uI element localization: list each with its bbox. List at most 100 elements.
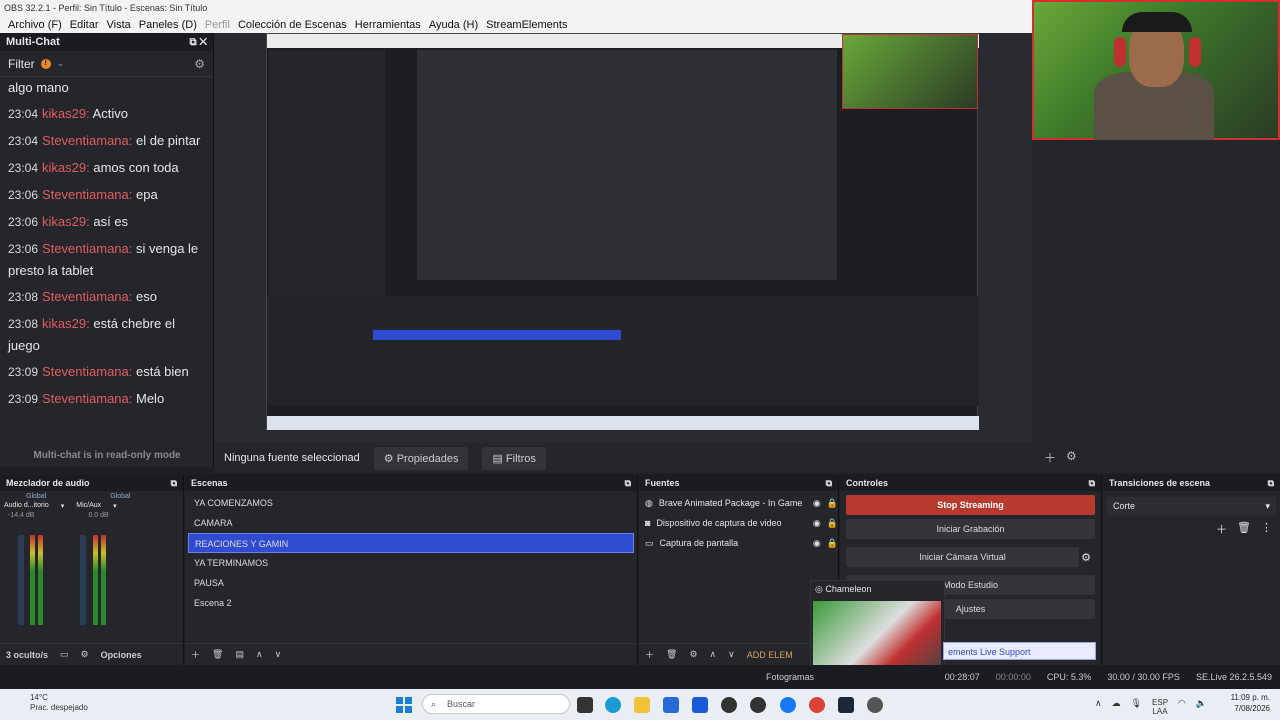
menu-paneles[interactable]: Paneles (D) (135, 19, 201, 31)
volume-slider[interactable] (18, 535, 24, 625)
menu-editar[interactable]: Editar (66, 19, 103, 31)
hidden-count: 3 oculto/s (6, 649, 49, 660)
source-item[interactable]: ◙ Dispositivo de captura de video ◉ 🔒 (639, 513, 838, 533)
filters-button[interactable]: ▤ Filtros (482, 446, 546, 470)
steam-icon[interactable] (838, 697, 854, 713)
weather-desc: Prac. despejado (30, 703, 88, 712)
scene-item[interactable]: Escena 2 (188, 593, 634, 613)
scene-item[interactable]: PAUSA (188, 573, 634, 593)
scene-item[interactable]: YA COMENZAMOS (188, 493, 634, 513)
start-virtual-camera-button[interactable]: Iniciar Cámara Virtual (846, 547, 1080, 567)
chat-message: algo mano (8, 77, 205, 98)
gear-icon[interactable]: ⚙ (1066, 449, 1077, 466)
lock-icon[interactable]: 🔒 (827, 518, 838, 529)
scene-item-selected[interactable]: REACIONES Y GAMIN (188, 533, 634, 553)
eye-icon[interactable]: ◉ (813, 498, 821, 509)
obs-icon-2[interactable] (750, 697, 766, 713)
add-element-button[interactable]: ADD ELEM (747, 650, 793, 660)
menu-streamelements[interactable]: StreamElements (482, 19, 571, 31)
add-icon[interactable]: ＋ (191, 648, 200, 661)
volume-slider[interactable] (80, 535, 86, 625)
windows-start-icon[interactable] (396, 697, 412, 713)
wifi-icon[interactable]: ◠ (1178, 698, 1186, 716)
source-name: Captura de pantalla (659, 538, 739, 548)
app-icon[interactable] (867, 697, 883, 713)
move-down-icon[interactable]: ∨ (275, 649, 282, 660)
move-down-icon[interactable]: ∨ (728, 649, 735, 660)
chameleon-widget[interactable]: ◎ Chameleon (810, 580, 945, 675)
options-button[interactable]: Opciones (101, 650, 142, 660)
float-icon[interactable]: ⧉ (171, 475, 177, 491)
source-item[interactable]: ▭ Captura de pantalla ◉ 🔒 (639, 533, 838, 553)
taskbar-clock[interactable]: 11:09 p. m. 7/08/2026 (1231, 692, 1270, 714)
edge-icon[interactable] (605, 697, 621, 713)
obs-icon[interactable] (721, 697, 737, 713)
mixer-channel-name: Audio d...itorio (4, 502, 49, 509)
properties-button[interactable]: ⚙ Propiedades (373, 446, 469, 470)
chat-filter[interactable]: Filter ! ⌄ ⚙ (0, 51, 213, 77)
stop-streaming-button[interactable]: Stop Streaming (846, 495, 1095, 515)
chrome-icon[interactable] (809, 697, 825, 713)
move-up-icon[interactable]: ∧ (710, 649, 717, 660)
chevron-up-icon[interactable]: ∧ (1095, 698, 1102, 716)
menu-coleccion-escenas[interactable]: Colección de Escenas (234, 19, 351, 31)
lock-icon[interactable]: 🔒 (827, 498, 838, 509)
lock-icon[interactable]: 🔒 (827, 538, 838, 549)
float-icon[interactable]: ⧉ (1089, 475, 1095, 491)
scene-item[interactable]: CAMARA (188, 513, 634, 533)
add-icon[interactable]: ＋ (645, 648, 654, 661)
cloud-icon[interactable]: ☁ (1112, 698, 1121, 716)
language-indicator[interactable]: ESP LAA (1152, 698, 1168, 716)
live-support-button[interactable]: ements Live Support (943, 642, 1096, 660)
facebook-icon[interactable] (780, 697, 796, 713)
gear-icon[interactable]: ⚙ (81, 649, 89, 660)
message-user: Steventiamana: (42, 187, 133, 202)
filter-icon[interactable]: ▤ (235, 649, 244, 660)
mic-icon[interactable]: 🎙 (1131, 698, 1142, 716)
outlook-icon[interactable] (692, 697, 708, 713)
scene-item[interactable]: YA TERMINAMOS (188, 553, 634, 573)
store-icon[interactable] (663, 697, 679, 713)
gear-icon[interactable]: ⚙ (1081, 551, 1091, 564)
dock-controls-icon[interactable]: ⧉ ✕ (189, 37, 207, 48)
task-view-icon[interactable] (577, 697, 593, 713)
trash-icon[interactable]: 🗑 (212, 649, 223, 660)
message-time: 23:09 (8, 365, 39, 379)
scenes-title: Escenas (191, 478, 228, 488)
transition-select[interactable]: Corte ▾ (1107, 497, 1276, 515)
layout-icon[interactable]: ▭ (60, 649, 69, 660)
gear-icon[interactable]: ⚙ (194, 57, 205, 71)
start-recording-button[interactable]: Iniciar Grabación (846, 519, 1095, 539)
chevron-down-icon[interactable]: ▾ (113, 502, 117, 510)
message-time: 23:09 (8, 392, 39, 406)
eye-icon[interactable]: ◉ (813, 538, 821, 549)
float-icon[interactable]: ⧉ (625, 475, 631, 491)
volume-meter (38, 535, 43, 625)
sources-header: Fuentes ⧉ (639, 475, 838, 491)
move-up-icon[interactable]: ∧ (256, 649, 263, 660)
transitions-header: Transiciones de escena ⧉ (1103, 475, 1280, 491)
trash-icon[interactable]: 🗑 (1237, 521, 1251, 537)
mixer-footer: 3 oculto/s ▭ ⚙ Opciones (0, 643, 183, 665)
menu-herramientas[interactable]: Herramientas (351, 19, 425, 31)
message-text: el de pintar (136, 133, 201, 148)
source-item[interactable]: ◍ Brave Animated Package - In Game ◉ 🔒 (639, 493, 838, 513)
trash-icon[interactable]: 🗑 (666, 649, 677, 660)
weather-widget[interactable]: 14°C Prac. despejado (8, 693, 88, 713)
menu-ayuda[interactable]: Ayuda (H) (425, 19, 482, 31)
float-icon[interactable]: ⧉ (1268, 475, 1274, 491)
taskbar-search[interactable]: ⌕ Buscar (422, 694, 570, 714)
gear-icon[interactable]: ⚙ (689, 649, 697, 660)
more-icon[interactable]: ⋮ (1261, 521, 1272, 537)
eye-icon[interactable]: ◉ (813, 518, 821, 529)
add-icon[interactable]: ＋ (1216, 521, 1227, 537)
menu-bar: Archivo (F) Editar Vista Paneles (D) Per… (0, 16, 1032, 33)
volume-icon[interactable]: 🔈 (1196, 698, 1207, 716)
menu-archivo[interactable]: Archivo (F) (4, 19, 66, 31)
folder-icon[interactable] (634, 697, 650, 713)
menu-perfil[interactable]: Perfil (201, 19, 234, 31)
add-icon[interactable]: ＋ (1044, 449, 1056, 466)
chevron-down-icon[interactable]: ▾ (61, 502, 65, 510)
float-icon[interactable]: ⧉ (826, 475, 832, 491)
menu-vista[interactable]: Vista (103, 19, 135, 31)
